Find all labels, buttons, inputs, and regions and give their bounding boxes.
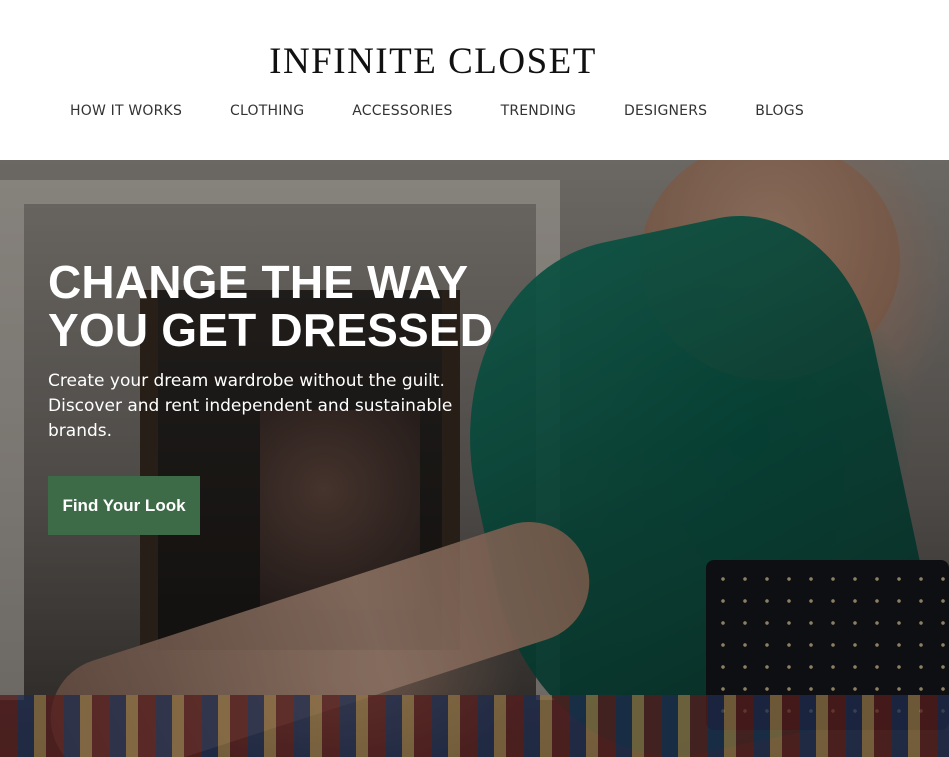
hero-headline: CHANGE THE WAY YOU GET DRESSED xyxy=(48,258,508,354)
main-nav: HOW IT WORKS CLOTHING ACCESSORIES TRENDI… xyxy=(70,100,804,122)
hero-banner: CHANGE THE WAY YOU GET DRESSED Create yo… xyxy=(0,160,949,757)
site-header: INFINITE CLOSET HOW IT WORKS CLOTHING AC… xyxy=(0,0,949,160)
nav-item-trending[interactable]: TRENDING xyxy=(501,103,576,119)
find-your-look-button[interactable]: Find Your Look xyxy=(48,476,200,535)
hero-subtitle: Create your dream wardrobe without the g… xyxy=(48,371,453,441)
hero-headline-line-1: CHANGE THE WAY xyxy=(48,256,469,308)
nav-item-clothing[interactable]: CLOTHING xyxy=(230,103,304,119)
site-logo[interactable]: INFINITE CLOSET xyxy=(0,40,866,83)
hero-headline-line-2: YOU GET DRESSED xyxy=(48,304,494,356)
nav-item-designers[interactable]: DESIGNERS xyxy=(624,103,707,119)
hero-dark-overlay xyxy=(0,160,949,757)
nav-item-accessories[interactable]: ACCESSORIES xyxy=(352,103,452,119)
nav-item-how-it-works[interactable]: HOW IT WORKS xyxy=(70,103,182,119)
nav-item-blogs[interactable]: BLOGS xyxy=(755,103,804,119)
